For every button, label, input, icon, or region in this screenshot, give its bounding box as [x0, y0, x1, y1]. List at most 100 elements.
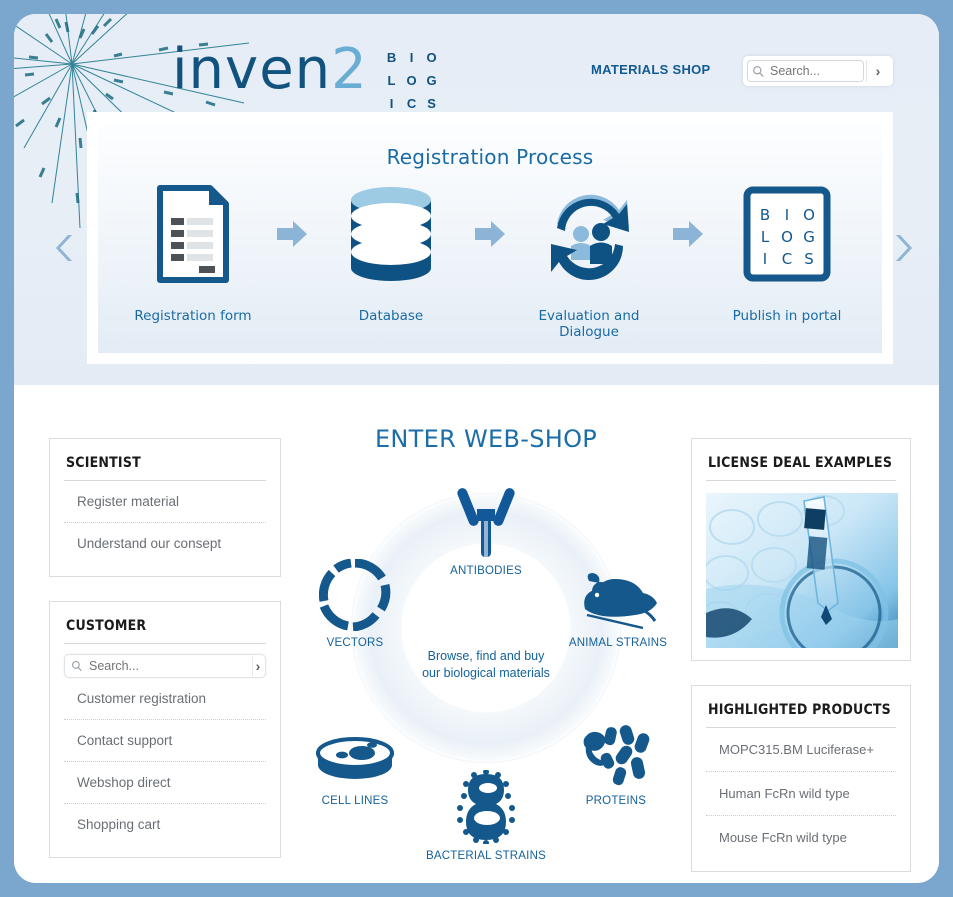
step-database[interactable]: Database	[316, 181, 466, 324]
step-label: Evaluation and Dialogue	[538, 308, 640, 340]
carousel-prev-button[interactable]	[50, 228, 80, 268]
webshop-wheel: Browse, find and buy our biological mate…	[296, 463, 676, 862]
wheel-node-label: PROTEINS	[585, 795, 647, 807]
highlighted-products-list: MOPC315.BM Luciferase+ Human FcRn wild t…	[706, 728, 896, 859]
customer-search[interactable]: ›	[64, 654, 266, 678]
dialogue-cycle-icon	[514, 181, 664, 286]
license-deal-photo[interactable]	[706, 493, 898, 648]
wheel-node-label: BACTERIAL STRAINS	[426, 850, 546, 862]
step-label: Publish in portal	[732, 308, 842, 324]
carousel-next-button[interactable]	[888, 228, 918, 268]
highlighted-products-panel: HIGHLIGHTED PRODUCTS MOPC315.BM Lucifera…	[691, 685, 911, 872]
svg-text:G: G	[803, 228, 815, 246]
search-icon	[752, 65, 765, 78]
wheel-node-antibodies[interactable]: ANTIBODIES	[416, 483, 556, 577]
logo-grid-cell: I	[409, 50, 414, 65]
svg-text:L: L	[761, 228, 770, 246]
bacteria-icon	[416, 768, 556, 844]
svg-text:B: B	[760, 206, 770, 224]
svg-text:O: O	[781, 228, 793, 246]
petri-dish-icon	[285, 713, 425, 789]
customer-links: Customer registration Contact support We…	[64, 678, 266, 845]
arrow-right-icon	[664, 181, 712, 286]
chevron-right-icon: ›	[875, 63, 881, 79]
search-icon	[71, 660, 83, 672]
wheel-node-bacterial-strains[interactable]: BACTERIAL STRAINS	[416, 768, 556, 862]
database-cylinder-icon	[316, 181, 466, 286]
banner-inner: Registration Process Registration form D…	[98, 123, 882, 353]
logo-biologics-grid: B I O L O G I C S	[382, 46, 442, 115]
sidebar-item-shopping-cart[interactable]: Shopping cart	[64, 804, 266, 845]
step-evaluation-dialogue[interactable]: Evaluation and Dialogue	[514, 181, 664, 340]
logo-word-text: inven	[172, 37, 332, 102]
product-item[interactable]: Human FcRn wild type	[706, 772, 896, 816]
step-label: Registration form	[134, 308, 252, 324]
chevron-right-icon	[896, 235, 912, 261]
svg-text:I: I	[763, 250, 767, 268]
main-content: SCIENTIST Register material Understand o…	[14, 385, 939, 883]
license-deal-heading: LICENSE DEAL EXAMPLES	[706, 439, 896, 481]
sidebar-item-customer-registration[interactable]: Customer registration	[64, 678, 266, 720]
protein-ribbon-icon	[546, 713, 686, 789]
wheel-center-text: Browse, find and buy our biological mate…	[296, 648, 676, 682]
antibody-icon	[416, 483, 556, 559]
customer-panel: CUSTOMER › Customer registration Contact…	[49, 601, 281, 858]
step-publish-in-portal[interactable]: BIO LOG ICS Publish in portal	[712, 181, 862, 324]
logo-wordmark: inven2	[172, 42, 368, 98]
sidebar-item-webshop-direct[interactable]: Webshop direct	[64, 762, 266, 804]
sidebar-item-understand-concept[interactable]: Understand our consept	[64, 523, 266, 564]
sidebar-item-contact-support[interactable]: Contact support	[64, 720, 266, 762]
enter-webshop-title: ENTER WEB-SHOP	[374, 425, 598, 453]
logo-word-accent: 2	[331, 37, 368, 102]
step-registration-form[interactable]: Registration form	[118, 181, 268, 324]
wheel-node-label: ANTIBODIES	[450, 565, 522, 577]
page-frame: inven2 B I O L O G I C S MATERIALS SHOP	[14, 14, 939, 883]
customer-search-input[interactable]	[87, 658, 252, 674]
scientist-links: Register material Understand our consept	[64, 481, 266, 564]
wheel-node-vectors[interactable]: VECTORS	[285, 555, 425, 649]
customer-search-submit[interactable]: ›	[252, 656, 263, 676]
left-sidebar: SCIENTIST Register material Understand o…	[49, 438, 281, 858]
wheel-node-label: ANIMAL STRAINS	[568, 637, 668, 649]
logo-grid-cell: O	[426, 50, 438, 65]
banner-title: Registration Process	[386, 145, 594, 169]
biologics-box-icon: BIO LOG ICS	[712, 181, 862, 286]
arrow-right-icon	[268, 181, 316, 286]
header-search-field[interactable]	[747, 60, 864, 82]
sidebar-item-register-material[interactable]: Register material	[64, 481, 266, 523]
highlighted-products-heading: HIGHLIGHTED PRODUCTS	[706, 686, 896, 728]
svg-text:O: O	[803, 206, 815, 224]
wheel-node-cell-lines[interactable]: CELL LINES	[285, 713, 425, 807]
chevron-right-icon: ›	[255, 658, 261, 674]
webshop-section: ENTER WEB-SHOP Browse, find and buy our …	[296, 425, 676, 865]
materials-shop-link[interactable]: MATERIALS SHOP	[591, 62, 711, 77]
product-item[interactable]: Mouse FcRn wild type	[706, 816, 896, 859]
wheel-node-label: VECTORS	[326, 637, 384, 649]
logo-grid-cell: O	[406, 73, 418, 88]
logo[interactable]: inven2 B I O L O G I C S	[172, 42, 442, 112]
right-sidebar: LICENSE DEAL EXAMPLES HIGHLIGHTED PRODUC…	[691, 438, 911, 872]
document-icon	[118, 181, 268, 286]
customer-heading: CUSTOMER	[64, 602, 266, 644]
page-root: inven2 B I O L O G I C S MATERIALS SHOP	[0, 0, 953, 897]
wheel-center-line2: our biological materials	[422, 666, 550, 680]
registration-process-banner: Registration Process Registration form D…	[87, 112, 893, 364]
product-item[interactable]: MOPC315.BM Luciferase+	[706, 728, 896, 772]
header-search-submit[interactable]: ›	[866, 60, 889, 82]
scientist-heading: SCIENTIST	[64, 439, 266, 481]
wheel-center-line1: Browse, find and buy	[427, 649, 545, 663]
chevron-left-icon	[56, 235, 72, 261]
scientist-panel: SCIENTIST Register material Understand o…	[49, 438, 281, 577]
step-label: Database	[358, 308, 424, 324]
wheel-node-animal-strains[interactable]: ANIMAL STRAINS	[548, 555, 688, 649]
logo-grid-cell: L	[387, 73, 396, 88]
svg-text:S: S	[804, 250, 814, 268]
header-search-input[interactable]	[768, 63, 863, 79]
plasmid-ring-icon	[285, 555, 425, 631]
wheel-node-proteins[interactable]: PROTEINS	[546, 713, 686, 807]
process-steps: Registration form Database Evaluation an…	[98, 181, 882, 351]
mouse-icon	[548, 555, 688, 631]
license-deal-panel: LICENSE DEAL EXAMPLES	[691, 438, 911, 661]
header-search: ›	[743, 56, 893, 86]
arrow-right-icon	[466, 181, 514, 286]
